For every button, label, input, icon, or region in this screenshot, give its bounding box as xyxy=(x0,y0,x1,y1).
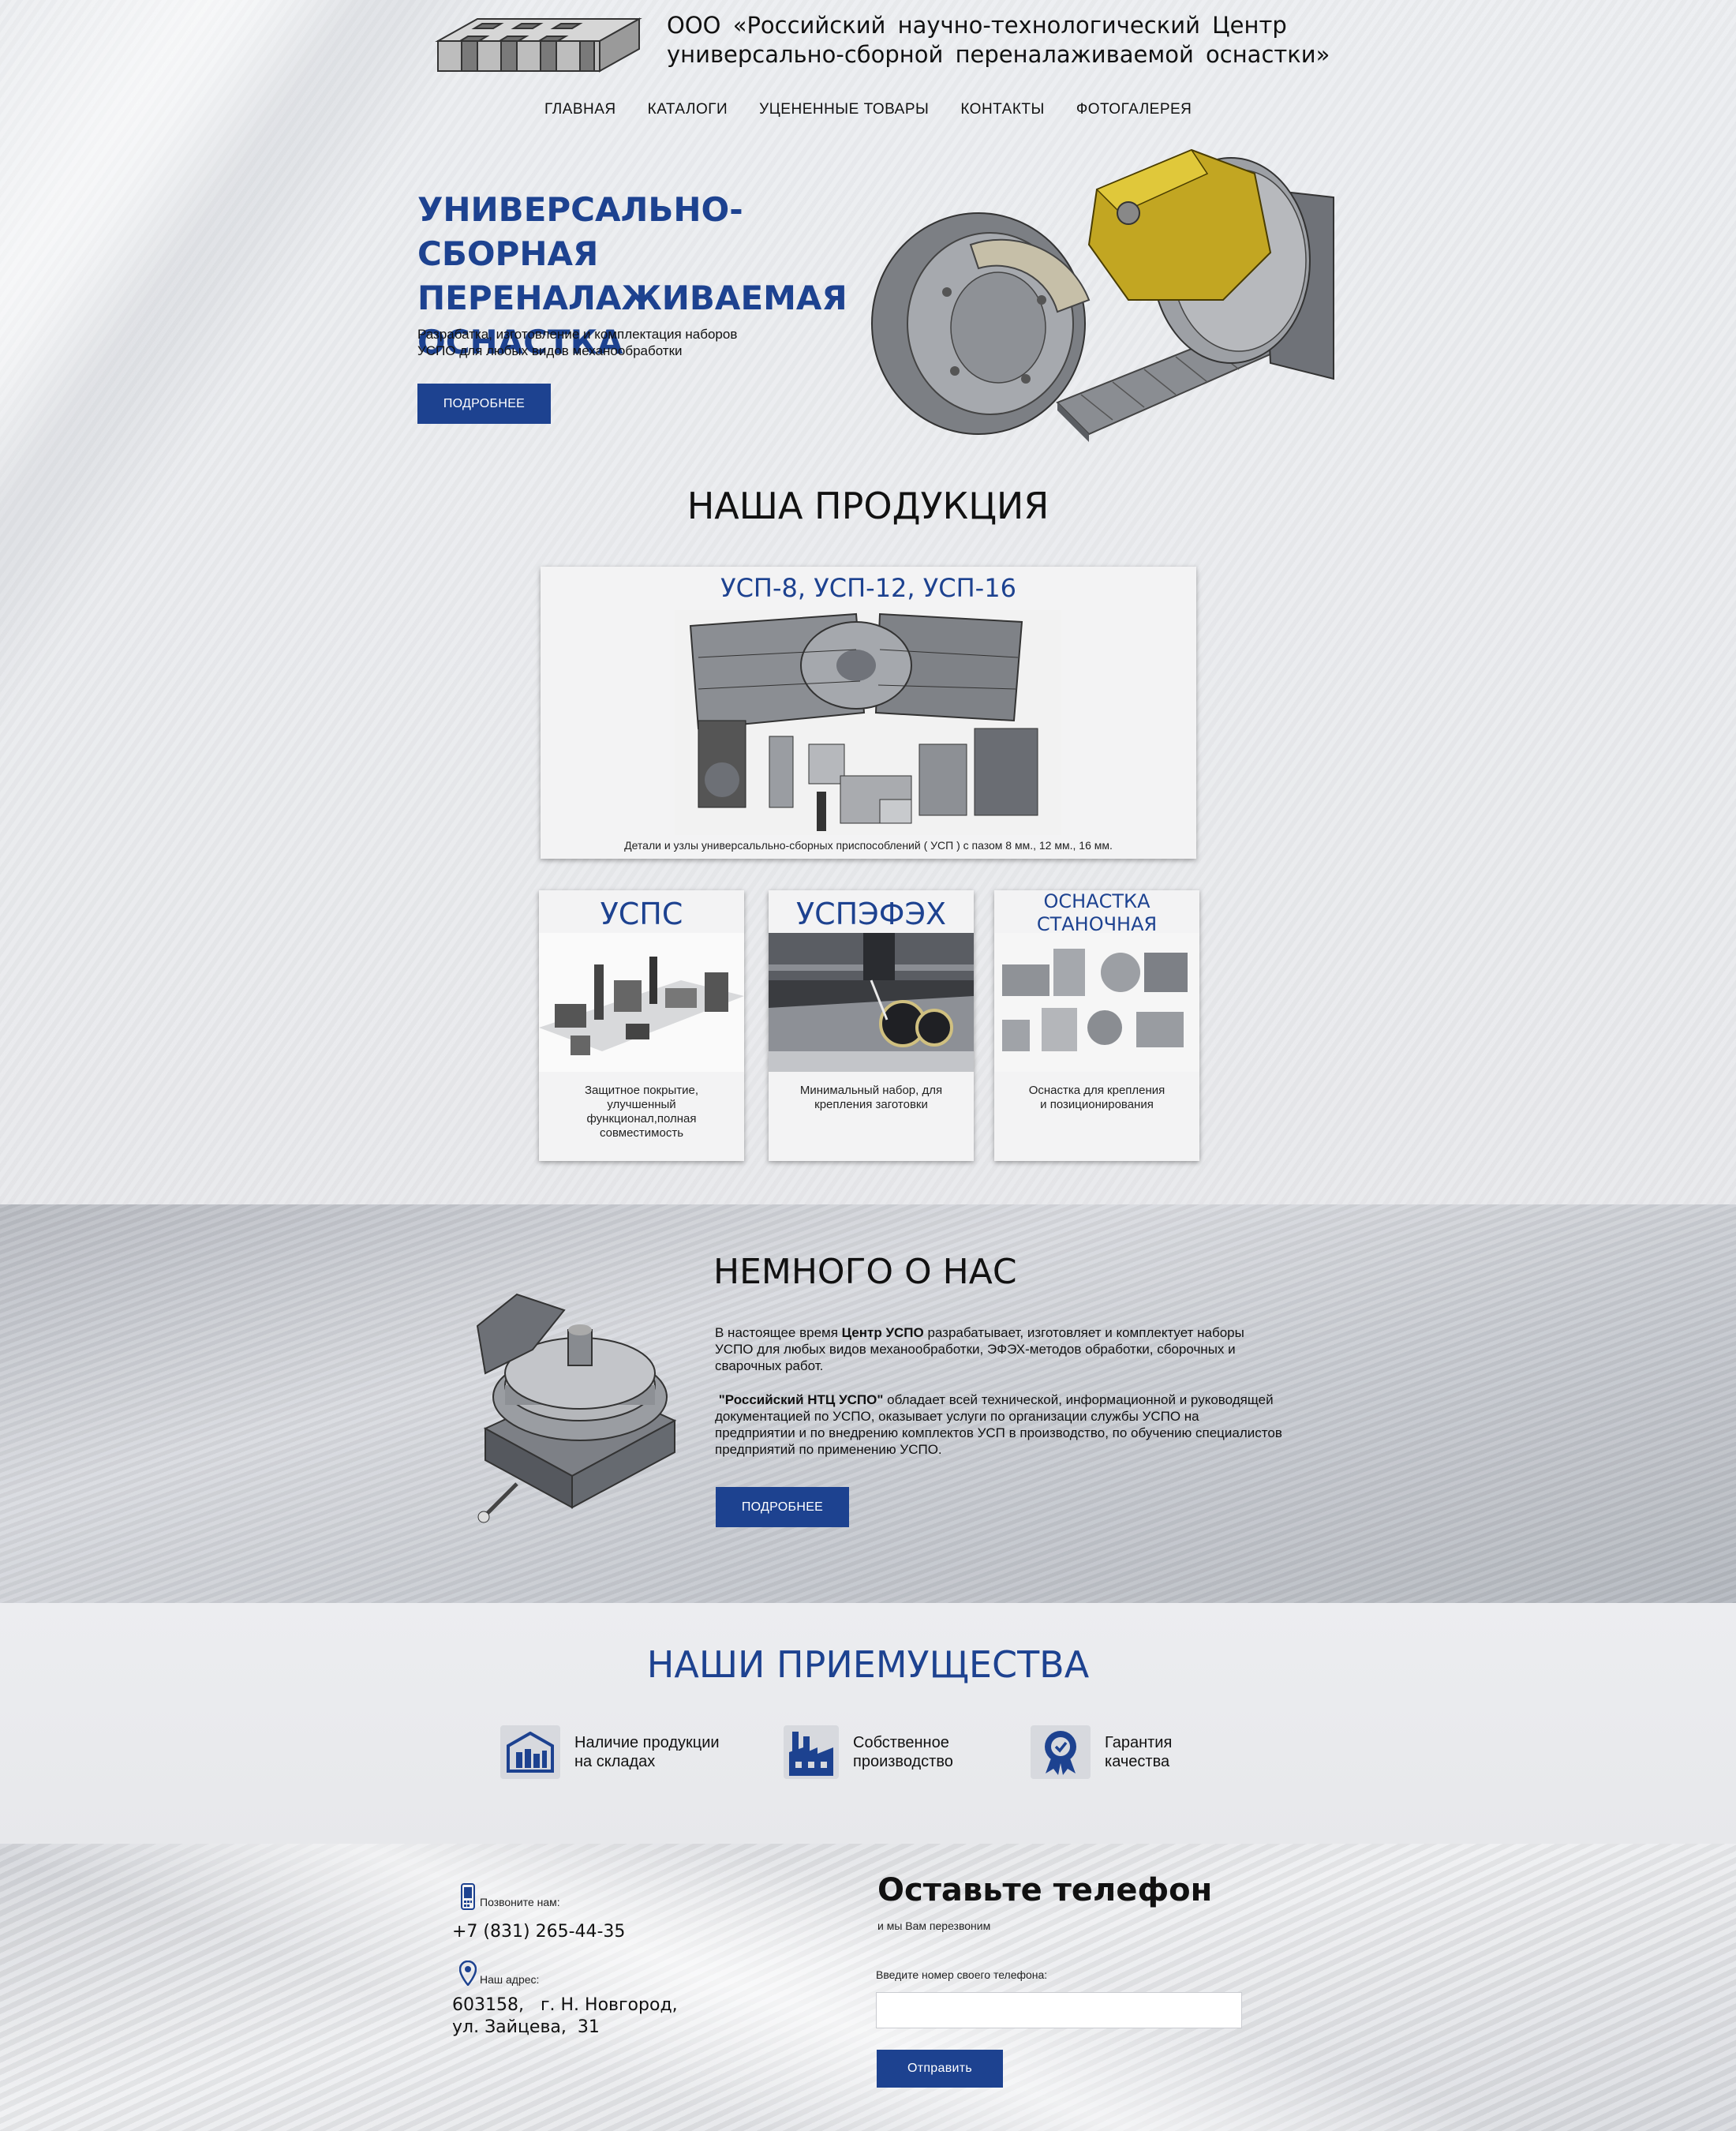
advantage-line: Собственное xyxy=(853,1734,949,1751)
product-card-machine-tooling[interactable]: ОСНАСТКА СТАНОЧНАЯ Оснастка для креплени… xyxy=(994,890,1199,1161)
phone-input[interactable] xyxy=(876,1992,1242,2028)
callback-subtitle: и мы Вам перезвоним xyxy=(877,1919,991,1932)
advantage-line: производство xyxy=(853,1753,953,1770)
product-card-title-line: ОСНАСТКА xyxy=(1043,890,1150,912)
product-image xyxy=(769,933,974,1072)
product-card-title: УСПЭФЭХ xyxy=(795,897,947,931)
advantage-line: на складах xyxy=(574,1753,656,1770)
product-caption: Оснастка для крепления и позиционировани… xyxy=(1010,1084,1184,1112)
product-card-uspefeh[interactable]: УСПЭФЭХ Минимальный набор, для крепления… xyxy=(769,890,974,1161)
caption-line: и позиционирования xyxy=(1040,1098,1154,1111)
about-rotary-table-image xyxy=(476,1293,677,1523)
product-caption: Защитное покрытие, улучшенный функционал… xyxy=(555,1084,728,1140)
nav-home[interactable]: ГЛАВНАЯ xyxy=(544,101,616,118)
address-label: Наш адрес: xyxy=(480,1973,540,1986)
advantages-background xyxy=(0,1603,1736,1844)
advantage-label: Наличие продукции на складах xyxy=(574,1733,748,1771)
submit-button[interactable]: Отправить xyxy=(877,2050,1003,2088)
address-line1: 603158, г. Н. Новгород, xyxy=(452,1995,678,2015)
about-p1-bold: Центр УСПО xyxy=(841,1325,924,1340)
company-logo[interactable] xyxy=(430,9,643,73)
phone-field-label: Введите номер своего телефона: xyxy=(876,1968,1048,1981)
product-card-usps[interactable]: УСПС Защитное покрытие, улучшенный функц… xyxy=(539,890,744,1161)
product-card-title: ОСНАСТКА СТАНОЧНАЯ xyxy=(994,890,1199,936)
products-title: НАША ПРОДУКЦИЯ xyxy=(687,485,1049,527)
company-name-line1: ООО «Российский научно-технологический Ц… xyxy=(667,12,1287,39)
caption-line: функционал,полная xyxy=(586,1112,697,1125)
product-card-title: УСП-8, УСП-12, УСП-16 xyxy=(720,573,1016,603)
about-p1-pre: В настоящее время xyxy=(715,1325,842,1340)
phone-number[interactable]: +7 (831) 265-44-35 xyxy=(452,1921,625,1942)
callback-title: Оставьте телефон xyxy=(877,1872,1213,1908)
nav-catalogs[interactable]: КАТАЛОГИ xyxy=(648,101,728,118)
company-name-line2: универсально-сборной переналаживаемой ос… xyxy=(667,41,1330,68)
advantage-label: Собственное производство xyxy=(853,1733,1027,1771)
caption-line: Защитное покрытие, xyxy=(584,1084,699,1097)
hero-title-line1: УНИВЕРСАЛЬНО-СБОРНАЯ xyxy=(417,190,743,273)
footer-background xyxy=(0,1844,1736,2131)
product-image xyxy=(994,933,1199,1072)
about-paragraph-2: "Российский НТЦ УСПО" обладает всей техн… xyxy=(715,1391,1283,1458)
caption-line: совместимость xyxy=(599,1126,684,1140)
main-nav: ГЛАВНАЯ КАТАЛОГИ УЦЕНЕННЫЕ ТОВАРЫ КОНТАК… xyxy=(544,101,1223,118)
hero-more-button[interactable]: ПОДРОБНЕЕ xyxy=(417,384,551,424)
caption-line: Оснастка для крепления xyxy=(1028,1084,1165,1097)
hero-subtitle-line1: Разрабатка, изготовление и комплектация … xyxy=(417,327,738,342)
advantage-line: Наличие продукции xyxy=(574,1734,720,1751)
caption-line: крепления заготовки xyxy=(814,1098,928,1111)
product-card-usp[interactable]: УСП-8, УСП-12, УСП-16 Детали и узлы унив… xyxy=(541,567,1196,859)
product-card-title: УСПС xyxy=(600,897,683,931)
nav-contacts[interactable]: КОНТАКТЫ xyxy=(960,101,1045,118)
hero-subtitle: Разрабатка, изготовление и комплектация … xyxy=(417,326,788,359)
phone-icon xyxy=(461,1883,475,1910)
hero-fixture-image xyxy=(871,148,1334,442)
product-image xyxy=(675,610,1061,835)
about-title: НЕМНОГО О НАС xyxy=(713,1252,1017,1292)
about-text: В настоящее время Центр УСПО разрабатыва… xyxy=(715,1324,1283,1475)
advantage-line: Гарантия xyxy=(1105,1734,1173,1751)
advantages-title: НАШИ ПРИЕМУЩЕСТВА xyxy=(646,1643,1090,1686)
product-caption: Минимальный набор, для крепления заготов… xyxy=(784,1084,958,1112)
advantage-label: Гарантия качества xyxy=(1105,1733,1278,1771)
address-line2: ул. Зайцева, 31 xyxy=(452,2017,600,2037)
quality-badge-icon xyxy=(1031,1725,1091,1779)
product-caption: Детали и узлы универсальльно-сборных при… xyxy=(624,839,1113,852)
warehouse-icon xyxy=(500,1725,560,1779)
caption-line: Минимальный набор, для xyxy=(799,1084,943,1097)
advantage-quality: Гарантия качества xyxy=(1031,1725,1278,1779)
nav-discounted[interactable]: УЦЕНЕННЫЕ ТОВАРЫ xyxy=(759,101,929,118)
advantage-stock: Наличие продукции на складах xyxy=(500,1725,748,1779)
caption-line: улучшенный xyxy=(607,1098,676,1111)
advantage-line: качества xyxy=(1105,1753,1170,1770)
advantage-production: Собственное производство xyxy=(784,1725,1027,1779)
about-p2-bold: "Российский НТЦ УСПО" xyxy=(718,1392,884,1407)
hero-title-line2: ПЕРЕНАЛАЖИВАЕМАЯ xyxy=(417,279,847,317)
call-label: Позвоните нам: xyxy=(480,1896,560,1908)
about-more-button[interactable]: ПОДРОБНЕЕ xyxy=(716,1487,849,1527)
hero-subtitle-line2: УСПО для любых видов механообработки xyxy=(417,343,683,358)
about-paragraph-1: В настоящее время Центр УСПО разрабатыва… xyxy=(715,1324,1283,1374)
nav-gallery[interactable]: ФОТОГАЛЕРЕЯ xyxy=(1076,101,1192,118)
factory-icon xyxy=(784,1725,839,1779)
company-name: ООО «Российский научно-технологический Ц… xyxy=(667,11,1377,69)
location-pin-icon xyxy=(459,1961,477,1986)
product-image xyxy=(539,933,744,1072)
